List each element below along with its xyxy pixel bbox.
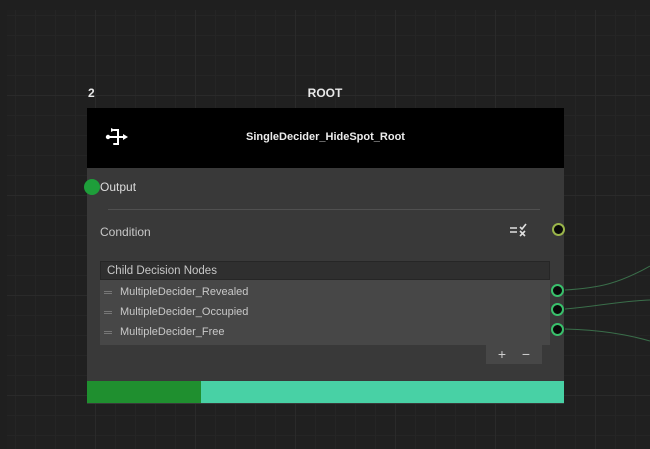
list-item-label: MultipleDecider_Free [120,326,225,338]
condition-label: Condition [100,225,151,239]
list-item[interactable]: MultipleDecider_Occupied [100,302,550,322]
child-port-free[interactable] [551,323,564,336]
drag-handle-icon[interactable] [104,291,112,294]
output-label: Output [100,180,137,194]
child-port-occupied[interactable] [551,303,564,316]
drag-handle-icon[interactable] [104,331,112,334]
output-port[interactable] [84,179,100,195]
list-footer: + − [486,345,542,364]
remove-item-button[interactable]: − [516,346,536,362]
child-decision-list: Child Decision Nodes MultipleDecider_Rev… [100,261,550,345]
edge-free [564,328,650,342]
progress-fill [87,381,202,403]
child-port-revealed[interactable] [551,284,564,297]
condition-port[interactable] [552,223,565,236]
node-title: SingleDecider_HideSpot_Root [246,131,405,143]
list-item-label: MultipleDecider_Revealed [120,286,249,298]
divider [108,209,540,210]
list-item-label: MultipleDecider_Occupied [120,306,249,318]
edge-revealed [564,265,650,291]
list-item[interactable]: MultipleDecider_Revealed [100,282,550,302]
add-item-button[interactable]: + [492,346,512,362]
checklist-toggle-icon[interactable] [509,222,529,238]
progress-bar [87,381,564,403]
drag-handle-icon[interactable] [104,311,112,314]
edge-occupied [564,299,650,310]
node-header[interactable]: SingleDecider_HideSpot_Root [87,108,564,168]
list-body: MultipleDecider_Revealed MultipleDecider… [100,280,550,345]
node-role: ROOT [307,86,343,100]
list-header[interactable]: Child Decision Nodes [100,261,550,280]
list-item[interactable]: MultipleDecider_Free [100,322,550,342]
list-title: Child Decision Nodes [107,265,217,277]
